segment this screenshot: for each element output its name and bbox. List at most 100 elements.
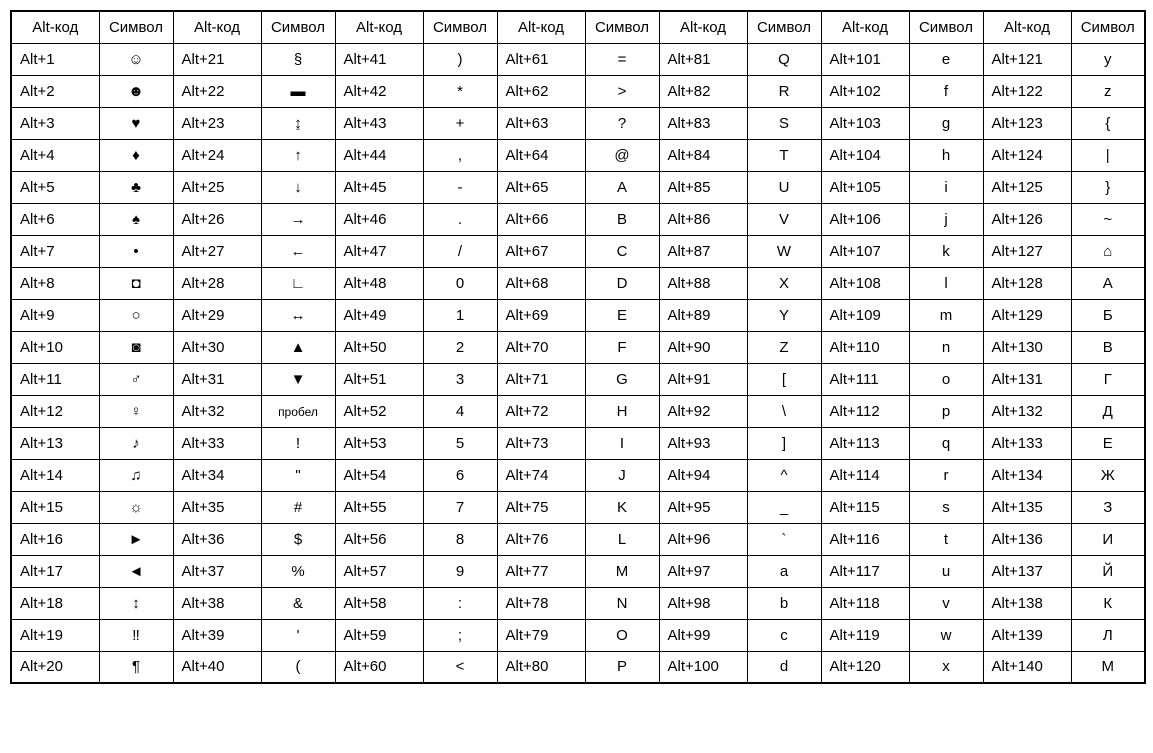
alt-code-cell: Alt+91 bbox=[659, 363, 747, 395]
alt-code-cell: Alt+11 bbox=[11, 363, 99, 395]
alt-code-cell: Alt+29 bbox=[173, 299, 261, 331]
symbol-cell: k bbox=[909, 235, 983, 267]
table-row: Alt+15☼Alt+35#Alt+557Alt+75KAlt+95_Alt+1… bbox=[11, 491, 1145, 523]
symbol-cell: [ bbox=[747, 363, 821, 395]
alt-code-cell: Alt+34 bbox=[173, 459, 261, 491]
symbol-cell: М bbox=[1071, 651, 1145, 683]
symbol-cell: Ж bbox=[1071, 459, 1145, 491]
symbol-cell: C bbox=[585, 235, 659, 267]
table-row: Alt+10◙Alt+30▲Alt+502Alt+70FAlt+90ZAlt+1… bbox=[11, 331, 1145, 363]
symbol-cell: ) bbox=[423, 43, 497, 75]
col-header-code: Alt-код bbox=[11, 11, 99, 43]
col-header-code: Alt-код bbox=[821, 11, 909, 43]
alt-code-cell: Alt+65 bbox=[497, 171, 585, 203]
alt-code-cell: Alt+39 bbox=[173, 619, 261, 651]
symbol-cell: $ bbox=[261, 523, 335, 555]
alt-code-cell: Alt+77 bbox=[497, 555, 585, 587]
alt-code-cell: Alt+125 bbox=[983, 171, 1071, 203]
symbol-cell: e bbox=[909, 43, 983, 75]
symbol-cell: 0 bbox=[423, 267, 497, 299]
symbol-cell: 3 bbox=[423, 363, 497, 395]
alt-code-cell: Alt+8 bbox=[11, 267, 99, 299]
alt-code-cell: Alt+73 bbox=[497, 427, 585, 459]
alt-code-cell: Alt+52 bbox=[335, 395, 423, 427]
symbol-cell: 4 bbox=[423, 395, 497, 427]
symbol-cell: z bbox=[1071, 75, 1145, 107]
alt-code-cell: Alt+38 bbox=[173, 587, 261, 619]
symbol-cell: ∟ bbox=[261, 267, 335, 299]
symbol-cell: ? bbox=[585, 107, 659, 139]
symbol-cell: X bbox=[747, 267, 821, 299]
alt-code-cell: Alt+136 bbox=[983, 523, 1071, 555]
alt-code-cell: Alt+57 bbox=[335, 555, 423, 587]
alt-code-cell: Alt+117 bbox=[821, 555, 909, 587]
alt-code-cell: Alt+48 bbox=[335, 267, 423, 299]
alt-code-cell: Alt+51 bbox=[335, 363, 423, 395]
alt-code-cell: Alt+109 bbox=[821, 299, 909, 331]
alt-code-cell: Alt+37 bbox=[173, 555, 261, 587]
symbol-cell: L bbox=[585, 523, 659, 555]
alt-code-cell: Alt+32 bbox=[173, 395, 261, 427]
symbol-cell: & bbox=[261, 587, 335, 619]
symbol-cell: ♣ bbox=[99, 171, 173, 203]
symbol-cell: ↑ bbox=[261, 139, 335, 171]
alt-code-cell: Alt+116 bbox=[821, 523, 909, 555]
alt-code-cell: Alt+115 bbox=[821, 491, 909, 523]
col-header-code: Alt-код bbox=[173, 11, 261, 43]
alt-code-cell: Alt+133 bbox=[983, 427, 1071, 459]
alt-code-cell: Alt+139 bbox=[983, 619, 1071, 651]
symbol-cell: 8 bbox=[423, 523, 497, 555]
symbol-cell: A bbox=[585, 171, 659, 203]
alt-code-cell: Alt+64 bbox=[497, 139, 585, 171]
symbol-cell: 5 bbox=[423, 427, 497, 459]
alt-code-cell: Alt+83 bbox=[659, 107, 747, 139]
alt-code-cell: Alt+130 bbox=[983, 331, 1071, 363]
symbol-cell: 7 bbox=[423, 491, 497, 523]
table-row: Alt+16►Alt+36$Alt+568Alt+76LAlt+96`Alt+1… bbox=[11, 523, 1145, 555]
symbol-cell: З bbox=[1071, 491, 1145, 523]
alt-code-cell: Alt+45 bbox=[335, 171, 423, 203]
alt-code-cell: Alt+127 bbox=[983, 235, 1071, 267]
symbol-cell: B bbox=[585, 203, 659, 235]
alt-code-cell: Alt+19 bbox=[11, 619, 99, 651]
symbol-cell: А bbox=[1071, 267, 1145, 299]
symbol-cell: x bbox=[909, 651, 983, 683]
symbol-cell: ♠ bbox=[99, 203, 173, 235]
col-header-code: Alt-код bbox=[335, 11, 423, 43]
alt-code-cell: Alt+99 bbox=[659, 619, 747, 651]
symbol-cell: ↕ bbox=[99, 587, 173, 619]
table-row: Alt+7•Alt+27←Alt+47/Alt+67CAlt+87WAlt+10… bbox=[11, 235, 1145, 267]
alt-code-cell: Alt+17 bbox=[11, 555, 99, 587]
alt-code-cell: Alt+123 bbox=[983, 107, 1071, 139]
alt-code-cell: Alt+7 bbox=[11, 235, 99, 267]
symbol-cell: § bbox=[261, 43, 335, 75]
symbol-cell: ◘ bbox=[99, 267, 173, 299]
symbol-cell: ◄ bbox=[99, 555, 173, 587]
col-header-symbol: Символ bbox=[99, 11, 173, 43]
symbol-cell: V bbox=[747, 203, 821, 235]
col-header-symbol: Символ bbox=[585, 11, 659, 43]
alt-code-cell: Alt+2 bbox=[11, 75, 99, 107]
symbol-cell: v bbox=[909, 587, 983, 619]
alt-code-cell: Alt+84 bbox=[659, 139, 747, 171]
alt-code-cell: Alt+76 bbox=[497, 523, 585, 555]
col-header-code: Alt-код bbox=[983, 11, 1071, 43]
col-header-symbol: Символ bbox=[423, 11, 497, 43]
symbol-cell: } bbox=[1071, 171, 1145, 203]
symbol-cell: ▼ bbox=[261, 363, 335, 395]
alt-code-cell: Alt+36 bbox=[173, 523, 261, 555]
alt-code-cell: Alt+56 bbox=[335, 523, 423, 555]
alt-code-cell: Alt+132 bbox=[983, 395, 1071, 427]
symbol-cell: ( bbox=[261, 651, 335, 683]
symbol-cell: ♫ bbox=[99, 459, 173, 491]
symbol-cell: f bbox=[909, 75, 983, 107]
symbol-cell: ↨ bbox=[261, 107, 335, 139]
symbol-cell: ▲ bbox=[261, 331, 335, 363]
symbol-cell: m bbox=[909, 299, 983, 331]
alt-code-cell: Alt+24 bbox=[173, 139, 261, 171]
symbol-cell: ☼ bbox=[99, 491, 173, 523]
alt-code-cell: Alt+40 bbox=[173, 651, 261, 683]
alt-code-cell: Alt+59 bbox=[335, 619, 423, 651]
symbol-cell: ♀ bbox=[99, 395, 173, 427]
alt-code-cell: Alt+93 bbox=[659, 427, 747, 459]
